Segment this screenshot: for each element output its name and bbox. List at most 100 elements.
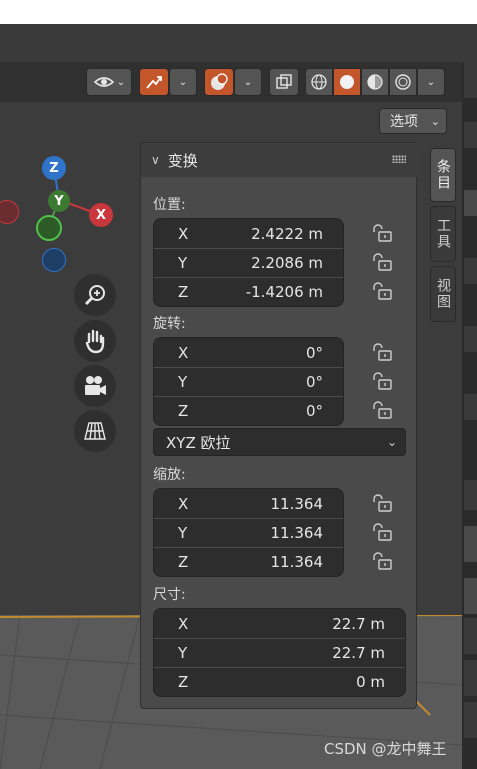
chevron-down-icon: ⌄	[178, 76, 188, 88]
shading-wireframe[interactable]	[305, 68, 333, 96]
axis-label: Z	[178, 283, 189, 301]
dimensions-z-field[interactable]: Z 0 m	[154, 667, 405, 696]
location-fields: X 2.4222 m Y 2.2086 m Z -1.4206 m	[153, 218, 344, 307]
scale-x-field[interactable]: X 11.364	[154, 489, 343, 518]
shading-material[interactable]	[361, 68, 389, 96]
rendered-sphere-icon	[395, 74, 411, 90]
camera-view-button[interactable]	[74, 365, 116, 407]
neg-y-axis-dot[interactable]	[36, 215, 62, 241]
lock-location-y-icon[interactable]	[371, 252, 393, 272]
field-value: 2.4222 m	[251, 224, 323, 243]
axis-gizmo-lines	[47, 167, 102, 229]
rotation-z-field[interactable]: Z 0°	[154, 396, 343, 425]
strip-row	[464, 618, 477, 654]
neg-z-axis-dot[interactable]	[42, 248, 66, 272]
x-axis-dot[interactable]: X	[89, 203, 113, 227]
y-axis-label: Y	[54, 193, 64, 209]
location-z-field[interactable]: Z -1.4206 m	[154, 277, 343, 306]
xray-square-icon	[276, 74, 292, 89]
transform-panel-header[interactable]: ∨ 变换	[141, 143, 418, 177]
watermark-text: CSDN @龙中舞王	[324, 740, 447, 758]
strip-row	[464, 394, 477, 420]
strip-header	[464, 62, 477, 98]
perspective-toggle-button[interactable]	[74, 410, 116, 452]
rotation-x-field[interactable]: X 0°	[154, 338, 343, 367]
tab-item[interactable]: 条目	[430, 148, 456, 202]
camera-icon	[85, 376, 106, 395]
gizmo-dropdown[interactable]: ⌄	[169, 68, 197, 96]
rotation-y-field[interactable]: Y 0°	[154, 367, 343, 396]
strip-row	[464, 480, 477, 510]
chevron-down-icon: ⌄	[243, 76, 253, 88]
field-value: 22.7 m	[332, 614, 385, 633]
location-x-field[interactable]: X 2.4222 m	[154, 219, 343, 248]
scale-y-field[interactable]: Y 11.364	[154, 518, 343, 547]
rotation-mode-dropdown[interactable]: XYZ 欧拉 ⌄	[153, 428, 406, 456]
lock-scale-x-icon[interactable]	[371, 493, 393, 513]
dimensions-fields: X 22.7 m Y 22.7 m Z 0 m	[153, 608, 406, 697]
shading-solid[interactable]	[333, 68, 361, 96]
x-axis-label: X	[95, 207, 107, 223]
scale-label: 缩放:	[153, 467, 186, 483]
strip-row	[464, 526, 477, 562]
zoom-button[interactable]	[74, 274, 116, 316]
axis-label: Y	[178, 644, 188, 662]
zoom-magnifier-icon	[84, 285, 105, 306]
pan-button[interactable]	[74, 320, 116, 362]
lock-scale-y-icon[interactable]	[371, 522, 393, 542]
overlay-circles-icon	[211, 73, 228, 90]
drag-grip-icon[interactable]	[392, 155, 406, 163]
options-dropdown[interactable]: 选项 ⌄	[379, 108, 447, 134]
field-value: -1.4206 m	[245, 283, 323, 301]
rotation-fields: X 0° Y 0° Z 0°	[153, 337, 344, 426]
3d-viewport[interactable]: ⌄ ⌄ ⌄ ⌄ Z Y X 选项 ⌄ 条目 工具 视图 ∨ 变换 位置: X 2…	[0, 62, 462, 769]
axis-label: X	[178, 343, 189, 362]
rotation-label: 旋转:	[153, 316, 186, 332]
dimensions-label: 尺寸:	[153, 587, 186, 603]
axis-label: Y	[178, 524, 188, 542]
wireframe-sphere-icon	[311, 74, 327, 90]
gizmo-toggle[interactable]	[139, 68, 169, 96]
strip-row	[464, 190, 477, 216]
lock-rotation-y-icon[interactable]	[371, 371, 393, 391]
overlays-toggle[interactable]	[204, 68, 234, 96]
shading-dropdown[interactable]: ⌄	[417, 68, 445, 96]
lock-rotation-x-icon[interactable]	[371, 342, 393, 362]
axis-label: Y	[178, 254, 188, 272]
overlays-dropdown[interactable]: ⌄	[234, 68, 262, 96]
lock-location-z-icon[interactable]	[371, 281, 393, 301]
y-axis-dot[interactable]: Y	[48, 190, 70, 212]
scale-fields: X 11.364 Y 11.364 Z 11.364	[153, 488, 344, 577]
axis-label: Z	[178, 402, 189, 420]
field-value: 11.364	[270, 494, 324, 513]
chevron-down-icon: ⌄	[426, 76, 436, 88]
eye-icon	[93, 77, 115, 87]
axis-label: X	[178, 494, 189, 513]
dimensions-y-field[interactable]: Y 22.7 m	[154, 638, 405, 667]
axis-label: Z	[178, 553, 189, 571]
shading-rendered[interactable]	[389, 68, 417, 96]
tab-view-label: 视图	[435, 278, 451, 310]
strip-row	[464, 702, 477, 738]
z-axis-dot[interactable]: Z	[42, 156, 66, 180]
strip-row	[464, 258, 477, 284]
gizmo-arrow-icon	[146, 76, 162, 89]
grid-perspective-icon	[84, 422, 106, 440]
field-value: 11.364	[270, 553, 324, 571]
field-value: 2.2086 m	[251, 254, 323, 272]
lock-location-x-icon[interactable]	[371, 223, 393, 243]
dimensions-x-field[interactable]: X 22.7 m	[154, 609, 405, 638]
chevron-down-icon: ∨	[151, 153, 160, 167]
tab-view[interactable]: 视图	[430, 266, 456, 322]
location-y-field[interactable]: Y 2.2086 m	[154, 248, 343, 277]
options-label: 选项	[390, 114, 418, 130]
tab-tool[interactable]: 工具	[430, 206, 456, 262]
axis-label: X	[178, 614, 189, 633]
strip-row	[464, 122, 477, 148]
visibility-dropdown[interactable]: ⌄	[86, 68, 132, 96]
field-value: 0 m	[356, 673, 385, 691]
xray-toggle[interactable]	[269, 68, 299, 96]
lock-rotation-z-icon[interactable]	[371, 400, 393, 420]
scale-z-field[interactable]: Z 11.364	[154, 547, 343, 576]
lock-scale-z-icon[interactable]	[371, 551, 393, 571]
